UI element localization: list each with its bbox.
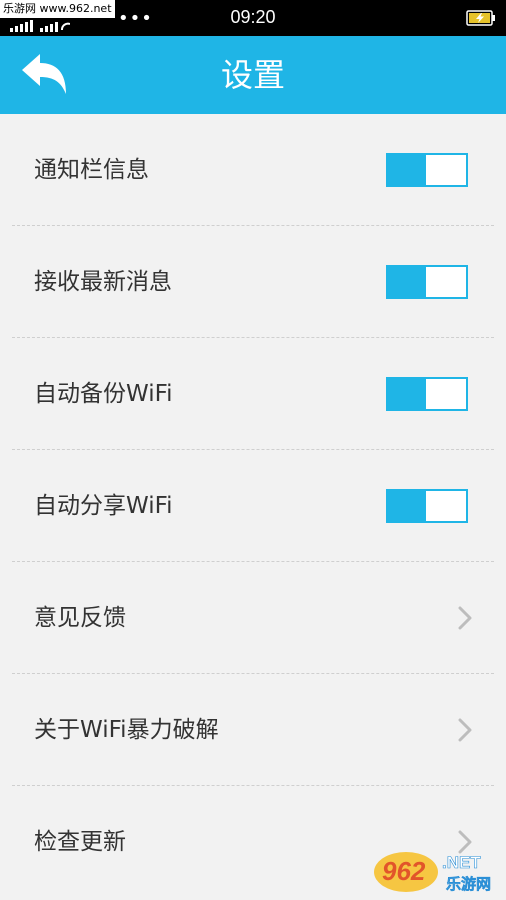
setting-auto-share-wifi[interactable]: 自动分享WiFi xyxy=(0,450,506,562)
svg-text:.NET: .NET xyxy=(442,853,481,872)
status-time: 09:20 xyxy=(230,7,276,27)
setting-label: 自动备份WiFi xyxy=(34,381,173,407)
toggle-fill xyxy=(388,491,426,521)
setting-notification-bar[interactable]: 通知栏信息 xyxy=(0,114,506,226)
notification-bar-toggle[interactable] xyxy=(386,153,468,187)
svg-text:乐游网: 乐游网 xyxy=(446,875,491,893)
chevron-right-icon xyxy=(458,606,472,630)
status-bar: 乐游网 www.962.net ••• 09:20 xyxy=(0,0,506,36)
setting-feedback[interactable]: 意见反馈 xyxy=(0,562,506,674)
page-title: 设置 xyxy=(220,56,285,94)
receive-messages-toggle[interactable] xyxy=(386,265,468,299)
setting-label: 关于WiFi暴力破解 xyxy=(34,717,219,743)
setting-receive-messages[interactable]: 接收最新消息 xyxy=(0,226,506,338)
app-header: 设置 xyxy=(0,36,506,114)
setting-label: 通知栏信息 xyxy=(34,157,149,183)
settings-list: 通知栏信息 接收最新消息 自动备份WiFi 自动分享WiFi 意见反馈 关于Wi… xyxy=(0,114,506,898)
settings-screen: 乐游网 www.962.net ••• 09:20 设置 通知栏信息 接收最新消… xyxy=(0,0,506,900)
watermark-logo: 962 .NET 乐游网 xyxy=(374,852,491,893)
setting-label: 检查更新 xyxy=(34,829,126,855)
battery-charging-icon xyxy=(466,10,495,26)
toggle-fill xyxy=(388,155,426,185)
setting-label: 自动分享WiFi xyxy=(34,493,173,519)
setting-label: 接收最新消息 xyxy=(34,269,172,295)
svg-text:962: 962 xyxy=(382,856,426,886)
setting-label: 意见反馈 xyxy=(34,605,126,631)
setting-auto-backup-wifi[interactable]: 自动备份WiFi xyxy=(0,338,506,450)
toggle-fill xyxy=(388,379,426,409)
auto-share-wifi-toggle[interactable] xyxy=(386,489,468,523)
auto-backup-wifi-toggle[interactable] xyxy=(386,377,468,411)
toggle-fill xyxy=(388,267,426,297)
chevron-right-icon xyxy=(458,718,472,742)
setting-about[interactable]: 关于WiFi暴力破解 xyxy=(0,674,506,786)
